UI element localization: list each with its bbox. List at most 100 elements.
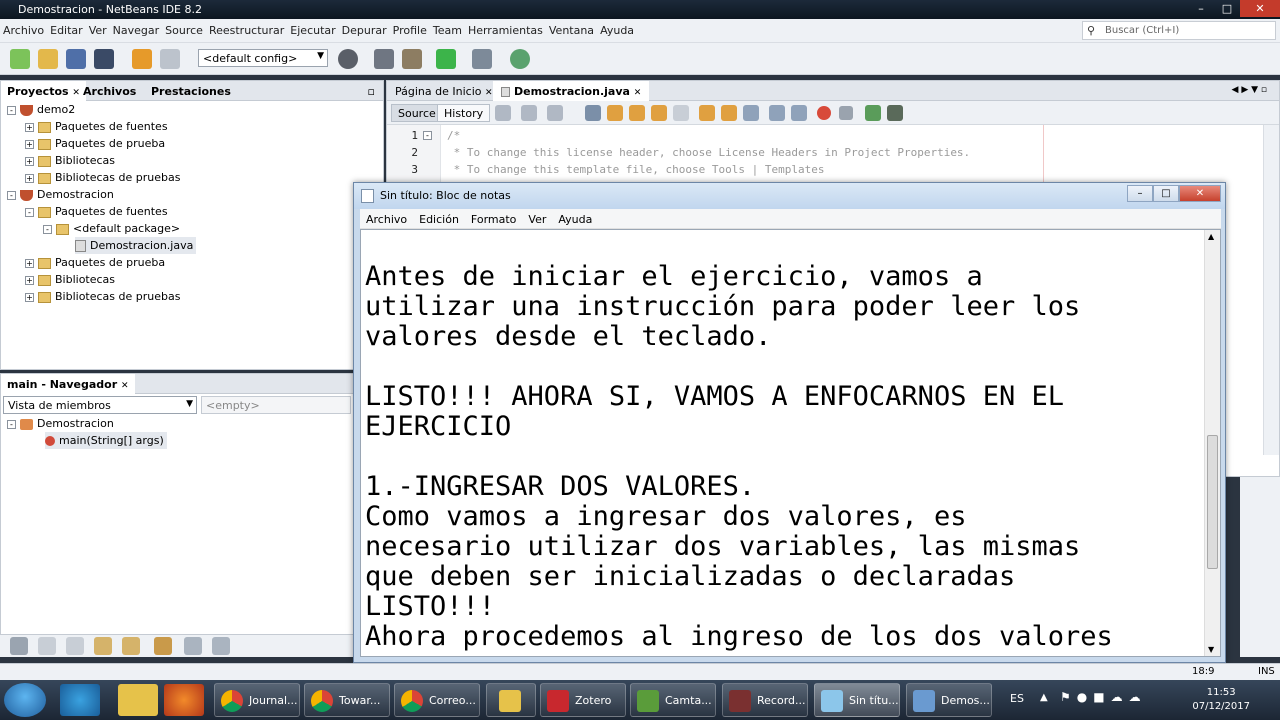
notepad-close-button[interactable]: ✕ xyxy=(1179,185,1221,202)
globe-icon[interactable] xyxy=(338,49,358,69)
language-indicator[interactable]: ES xyxy=(1010,692,1024,705)
tab-prestaciones[interactable]: Prestaciones xyxy=(145,81,237,101)
toggle-bookmark-icon[interactable] xyxy=(743,105,759,121)
tree-item-folder[interactable]: + Paquetes de prueba xyxy=(25,254,165,271)
task-chrome-correo[interactable]: Correo... xyxy=(394,683,480,717)
tool-icon[interactable] xyxy=(184,637,202,655)
tree-item-folder[interactable]: + Paquetes de prueba xyxy=(25,135,165,152)
minimize-button[interactable]: – xyxy=(1188,0,1214,17)
stop-macro-icon[interactable] xyxy=(839,106,853,120)
task-chrome-journal[interactable]: Journal... xyxy=(214,683,300,717)
close-icon[interactable]: ✕ xyxy=(121,381,129,391)
system-clock[interactable]: 11:53 07/12/2017 xyxy=(1192,686,1250,714)
task-notepad[interactable]: Sin títu... xyxy=(814,683,900,717)
notepad-minimize-button[interactable]: – xyxy=(1127,185,1153,202)
prev-bookmark-icon[interactable] xyxy=(699,105,715,121)
undo-icon[interactable] xyxy=(132,49,152,69)
menu-herramientas[interactable]: Herramientas xyxy=(465,19,546,37)
open-project-icon[interactable] xyxy=(66,49,86,69)
notepad-menu-formato[interactable]: Formato xyxy=(465,209,523,230)
uncomment-icon[interactable] xyxy=(887,105,903,121)
clean-build-icon[interactable] xyxy=(402,49,422,69)
profile-icon[interactable] xyxy=(510,49,530,69)
tool-icon[interactable] xyxy=(94,637,112,655)
tab-pagina-inicio[interactable]: Página de Inicio ✕ xyxy=(387,81,501,101)
navigator-class[interactable]: - Demostracion xyxy=(7,415,114,432)
toggle-highlight-icon[interactable] xyxy=(651,105,667,121)
tray-icons[interactable]: ⚑●■☁☁ xyxy=(1060,690,1170,708)
member-view-select[interactable]: Vista de miembros ▼ xyxy=(3,396,197,414)
next-bookmark-icon[interactable] xyxy=(721,105,737,121)
notepad-menu-ver[interactable]: Ver xyxy=(522,209,552,230)
close-icon[interactable]: ✕ xyxy=(634,88,642,98)
task-netbeans[interactable]: Demos... xyxy=(906,683,992,717)
minimize-pane-icon[interactable]: ▫ xyxy=(362,81,381,101)
build-hammer-icon[interactable] xyxy=(374,49,394,69)
scroll-up-icon[interactable]: ▲ xyxy=(1208,232,1214,241)
task-zotero[interactable]: Zotero xyxy=(540,683,626,717)
navigator-method[interactable]: main(String[] args) xyxy=(45,432,167,449)
search-input[interactable]: ⚲ Buscar (Ctrl+I) xyxy=(1082,21,1276,40)
debug-icon[interactable] xyxy=(472,49,492,69)
code-line[interactable]: * To change this template file, choose T… xyxy=(447,163,825,176)
history-button[interactable]: History xyxy=(437,104,491,122)
tool-icon[interactable] xyxy=(212,637,230,655)
tool-icon[interactable] xyxy=(122,637,140,655)
notepad-text-area[interactable]: Antes de iniciar el ejercicio, vamos a u… xyxy=(360,229,1221,657)
shift-right-icon[interactable] xyxy=(791,105,807,121)
save-all-icon[interactable] xyxy=(94,49,114,69)
tab-demostracion-java[interactable]: Demostracion.java ✕ xyxy=(493,81,650,101)
scroll-down-icon[interactable]: ▼ xyxy=(1208,645,1214,654)
tool-icon[interactable] xyxy=(66,637,84,655)
menu-source[interactable]: Source xyxy=(162,19,206,37)
task-chrome-towar[interactable]: Towar... xyxy=(304,683,390,717)
tree-item-project[interactable]: - Demostracion xyxy=(7,186,114,203)
start-button[interactable] xyxy=(4,683,46,717)
redo-icon[interactable] xyxy=(160,49,180,69)
ie-icon[interactable] xyxy=(60,684,100,716)
fold-icon[interactable]: - xyxy=(423,131,432,140)
menu-navegar[interactable]: Navegar xyxy=(110,19,163,37)
close-button[interactable]: ✕ xyxy=(1240,0,1280,17)
tree-item-project[interactable]: - demo2 xyxy=(7,101,75,118)
scroll-thumb[interactable] xyxy=(1207,435,1218,569)
back-icon[interactable] xyxy=(521,105,537,121)
tree-item-file[interactable]: Demostracion.java xyxy=(75,237,197,254)
menu-ventana[interactable]: Ventana xyxy=(546,19,597,37)
notepad-maximize-button[interactable]: □ xyxy=(1153,185,1179,202)
editor-scrollbar[interactable] xyxy=(1263,125,1279,455)
record-macro-icon[interactable] xyxy=(817,106,831,120)
notepad-scrollbar[interactable]: ▲ ▼ xyxy=(1204,230,1220,656)
menu-ejecutar[interactable]: Ejecutar xyxy=(287,19,338,37)
notepad-menu-ayuda[interactable]: Ayuda xyxy=(552,209,598,230)
menu-ver[interactable]: Ver xyxy=(86,19,110,37)
tab-navigator[interactable]: main - Navegador ✕ xyxy=(1,374,135,394)
file-icon[interactable] xyxy=(118,684,158,716)
tree-item-folder[interactable]: + Bibliotecas de pruebas xyxy=(25,288,180,305)
tree-item-folder[interactable]: + Bibliotecas xyxy=(25,152,115,169)
menu-team[interactable]: Team xyxy=(430,19,465,37)
firefox-icon[interactable] xyxy=(164,684,204,716)
shift-left-icon[interactable] xyxy=(769,105,785,121)
tree-item-folder[interactable]: + Bibliotecas de pruebas xyxy=(25,169,180,186)
tree-item-folder[interactable]: + Paquetes de fuentes xyxy=(25,118,168,135)
maximize-button[interactable]: □ xyxy=(1214,0,1240,17)
new-file-icon[interactable] xyxy=(10,49,30,69)
task-recorder[interactable]: Record... xyxy=(722,683,808,717)
menu-reestructurar[interactable]: Reestructurar xyxy=(206,19,287,37)
tray-expand-icon[interactable]: ▲ xyxy=(1040,692,1048,703)
comment-icon[interactable] xyxy=(865,105,881,121)
task-explorer[interactable] xyxy=(486,683,536,717)
notepad-menu-edicion[interactable]: Edición xyxy=(413,209,465,230)
menu-editar[interactable]: Editar xyxy=(47,19,86,37)
last-edit-icon[interactable] xyxy=(495,105,511,121)
tree-item-folder[interactable]: - Paquetes de fuentes xyxy=(25,203,168,220)
tab-proyectos[interactable]: Proyectos ✕ xyxy=(1,81,86,101)
menu-ayuda[interactable]: Ayuda xyxy=(597,19,637,37)
close-icon[interactable]: ✕ xyxy=(485,88,493,98)
notepad-menu-archivo[interactable]: Archivo xyxy=(360,209,413,230)
tool-icon[interactable] xyxy=(38,637,56,655)
forward-icon[interactable] xyxy=(547,105,563,121)
find-prev-icon[interactable] xyxy=(607,105,623,121)
code-line[interactable]: /* xyxy=(447,129,460,142)
